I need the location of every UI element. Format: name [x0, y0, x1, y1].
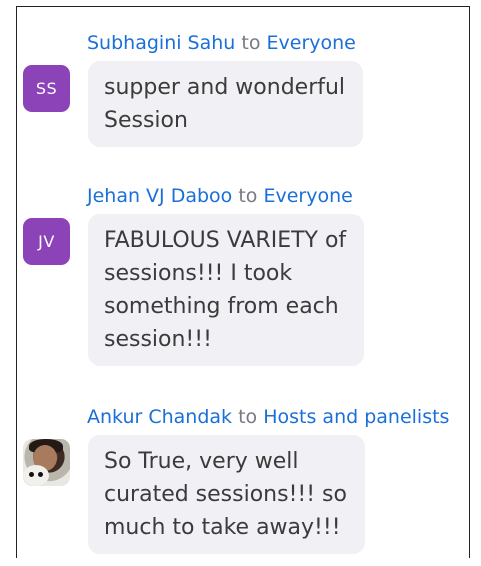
recipient-name[interactable]: Hosts and panelists — [263, 406, 449, 428]
message-line: curated sessions!!! so — [104, 482, 347, 507]
message-line: Session — [104, 108, 188, 133]
avatar-initials: JV — [38, 232, 55, 251]
message-line: So True, very well — [104, 449, 299, 474]
message-line: session!!! — [104, 327, 212, 352]
toy-eye — [29, 472, 34, 477]
message-line: much to take away!!! — [104, 515, 341, 540]
message-header: Subhagini Sahu to Everyone — [87, 31, 356, 55]
message-header: Ankur Chandak to Hosts and panelists — [87, 405, 449, 429]
message-bubble: FABULOUS VARIETY of sessions!!! I took s… — [88, 214, 365, 366]
avatar: JV — [23, 218, 70, 265]
avatar: SS — [23, 65, 70, 112]
message-line: supper and wonderful — [104, 75, 346, 100]
message-line: sessions!!! I took — [104, 261, 293, 286]
message-line: something from each — [104, 294, 339, 319]
toy-eye — [38, 472, 43, 477]
sender-name[interactable]: Ankur Chandak — [87, 406, 232, 428]
chat-panel: Subhagini Sahu to Everyone SS supper and… — [16, 6, 470, 558]
user-photo-icon — [23, 439, 70, 486]
sender-name[interactable]: Subhagini Sahu — [87, 32, 235, 54]
message-bubble: So True, very well curated sessions!!! s… — [88, 435, 365, 554]
sender-name[interactable]: Jehan VJ Daboo — [87, 185, 232, 207]
to-label: to — [241, 32, 261, 54]
avatar-initials: SS — [35, 79, 58, 98]
recipient-name[interactable]: Everyone — [267, 32, 356, 54]
avatar-toy — [23, 465, 49, 486]
message-bubble: supper and wonderful Session — [88, 61, 364, 147]
message-header: Jehan VJ Daboo to Everyone — [87, 184, 353, 208]
message-line: FABULOUS VARIETY of — [104, 228, 347, 253]
recipient-name[interactable]: Everyone — [263, 185, 352, 207]
to-label: to — [238, 185, 258, 207]
to-label: to — [238, 406, 258, 428]
